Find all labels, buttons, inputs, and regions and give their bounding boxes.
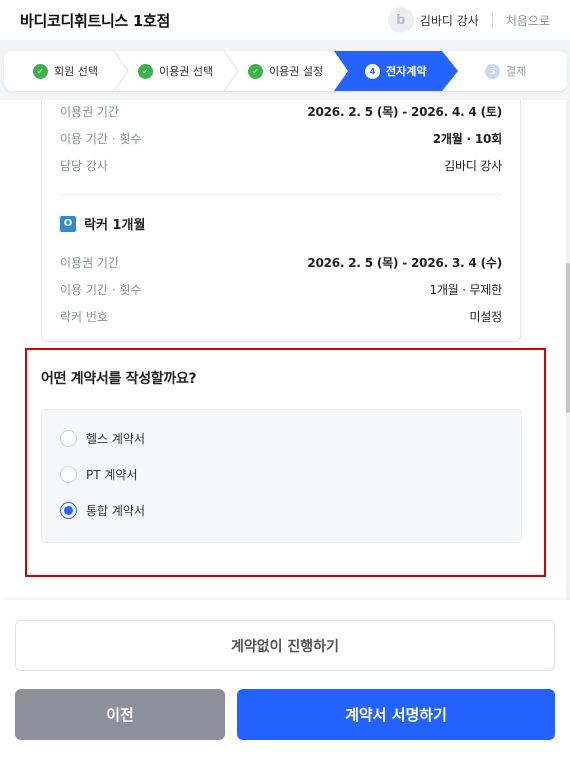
- locker-number-value: 미설정: [469, 310, 502, 324]
- pass-period-label: 이용권 기간: [60, 105, 120, 119]
- step-number: 5: [485, 63, 500, 79]
- option-label: PT 계약서: [86, 468, 138, 482]
- pass-usage-value: 2개월 · 10회: [432, 132, 502, 146]
- locker-period-value: 2026. 2. 5 (목) - 2026. 3. 4 (수): [307, 256, 502, 270]
- header-right: b 김바디 강사 처음으로: [387, 7, 550, 33]
- contract-question: 어떤 계약서를 작성할까요?: [41, 371, 197, 387]
- proceed-without-contract-button[interactable]: 계약없이 진행하기: [15, 620, 555, 671]
- step-pass-select[interactable]: ✓ 이용권 선택: [138, 51, 213, 91]
- avatar[interactable]: b: [387, 7, 414, 33]
- locker-number-label: 락커 번호: [60, 310, 108, 324]
- locker-usage-value: 1개월 · 무제한: [429, 283, 503, 297]
- step-label: 이용권 설정: [269, 65, 324, 78]
- pass-coach-value: 김바디 강사: [444, 159, 502, 173]
- pass-coach-label: 담당 강사: [60, 159, 108, 173]
- locker-usage-label: 이용 기간 · 횟수: [60, 283, 142, 297]
- pass-usage-label: 이용 기간 · 횟수: [60, 132, 142, 146]
- pass-period-value: 2026. 2. 5 (목) - 2026. 4. 4 (토): [307, 105, 502, 119]
- content-scroll-area[interactable]: 이용권 기간 2026. 2. 5 (목) - 2026. 4. 4 (토) 이…: [0, 100, 570, 600]
- contract-type-section: 어떤 계약서를 작성할까요? 헬스 계약서 PT 계약서 통합 계약서: [25, 348, 546, 577]
- locker-title-text: 락커 1개월: [84, 218, 146, 233]
- locker-usage-row: 이용 기간 · 횟수 1개월 · 무제한: [60, 281, 502, 298]
- step-e-contract[interactable]: 4 전자계약: [365, 51, 426, 91]
- pass-period-row: 이용권 기간 2026. 2. 5 (목) - 2026. 4. 4 (토): [60, 103, 502, 120]
- bottom-action-bar: 계약없이 진행하기 이전 계약서 서명하기: [0, 600, 570, 763]
- radio-integrated-contract[interactable]: [60, 502, 77, 519]
- locker-icon: O: [60, 215, 76, 232]
- pass-coach-row: 담당 강사 김바디 강사: [60, 157, 502, 174]
- locker-period-label: 이용권 기간: [60, 256, 120, 270]
- pass-summary-card: 이용권 기간 2026. 2. 5 (목) - 2026. 4. 4 (토) 이…: [41, 100, 521, 342]
- step-member-select[interactable]: ✓ 회원 선택: [33, 51, 98, 91]
- radio-pt-contract[interactable]: [60, 466, 77, 483]
- previous-button[interactable]: 이전: [15, 689, 225, 740]
- locker-title: O 락커 1개월: [60, 214, 145, 233]
- sign-contract-button[interactable]: 계약서 서명하기: [237, 689, 555, 740]
- step-separator: [223, 51, 239, 91]
- scrollbar-thumb[interactable]: [566, 263, 570, 413]
- contract-options: 헬스 계약서 PT 계약서 통합 계약서: [41, 409, 522, 543]
- step-payment[interactable]: 5 결제: [485, 51, 526, 91]
- check-icon: ✓: [138, 63, 153, 79]
- restart-link[interactable]: 처음으로: [506, 12, 550, 29]
- teacher-name[interactable]: 김바디 강사: [420, 12, 479, 29]
- step-label: 회원 선택: [54, 65, 98, 78]
- option-health-contract[interactable]: 헬스 계약서: [60, 430, 145, 447]
- step-label: 전자계약: [386, 65, 427, 78]
- gym-name: 바디코디휘트니스 1호점: [20, 11, 171, 30]
- step-pass-settings[interactable]: ✓ 이용권 설정: [248, 51, 323, 91]
- step-number: 4: [365, 63, 380, 79]
- progress-stepper: ✓ 회원 선택 ✓ 이용권 선택 ✓ 이용권 설정 4 전자계약 5 결제: [4, 51, 567, 91]
- header-divider: [491, 13, 493, 27]
- step-label: 이용권 선택: [159, 65, 214, 78]
- app-header: 바디코디휘트니스 1호점 b 김바디 강사 처음으로: [0, 0, 570, 40]
- locker-period-row: 이용권 기간 2026. 2. 5 (목) - 2026. 3. 4 (수): [60, 254, 502, 271]
- radio-health-contract[interactable]: [60, 430, 77, 447]
- option-pt-contract[interactable]: PT 계약서: [60, 466, 138, 483]
- step-separator: [113, 51, 129, 91]
- option-label: 통합 계약서: [86, 504, 146, 518]
- pass-usage-row: 이용 기간 · 횟수 2개월 · 10회: [60, 130, 502, 147]
- option-integrated-contract[interactable]: 통합 계약서: [60, 502, 145, 519]
- step-label: 결제: [506, 65, 527, 78]
- card-divider: [60, 194, 502, 195]
- option-label: 헬스 계약서: [86, 432, 146, 446]
- locker-number-row: 락커 번호 미설정: [60, 308, 502, 325]
- check-icon: ✓: [33, 63, 48, 79]
- check-icon: ✓: [248, 63, 263, 79]
